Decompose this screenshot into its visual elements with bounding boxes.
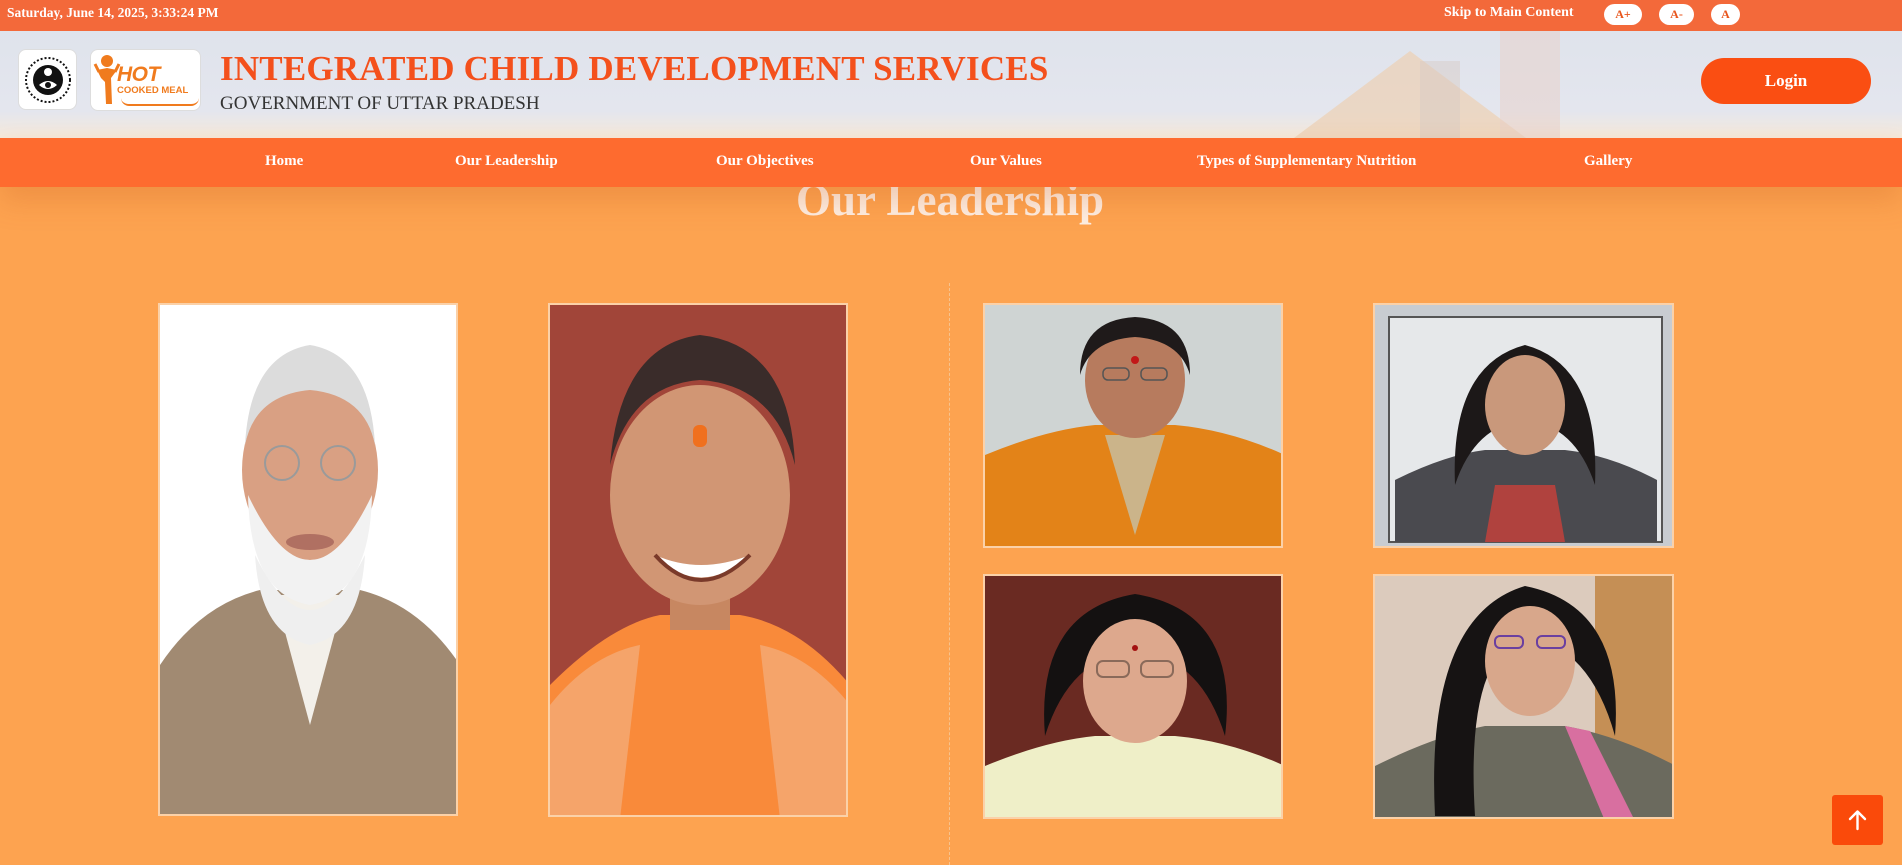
leadership-divider — [949, 283, 950, 865]
nav-item-our-leadership[interactable]: Our Leadership — [455, 153, 558, 170]
skip-to-main-content-link[interactable]: Skip to Main Content — [1444, 5, 1574, 21]
back-to-top-button[interactable] — [1832, 795, 1883, 845]
leader-portrait-image — [1375, 576, 1672, 817]
header-background-decoration — [1420, 61, 1460, 138]
leader-portrait-image — [985, 576, 1281, 817]
top-bar: Saturday, June 14, 2025, 3:33:24 PM Skip… — [0, 0, 1902, 31]
font-reset-button[interactable]: A — [1711, 4, 1740, 25]
leader-portrait-image — [1375, 305, 1672, 546]
nav-item-our-objectives[interactable]: Our Objectives — [716, 153, 814, 170]
arrow-up-icon — [1848, 810, 1867, 831]
icds-logo[interactable] — [18, 49, 77, 110]
leader-portrait-image — [160, 305, 456, 814]
nav-item-home[interactable]: Home — [265, 153, 303, 170]
current-datetime: Saturday, June 14, 2025, 3:33:24 PM — [7, 5, 219, 20]
header-background-decoration — [1500, 31, 1560, 138]
site-title: INTEGRATED CHILD DEVELOPMENT SERVICES — [220, 49, 1049, 88]
leader-photo-1 — [158, 303, 458, 816]
leader-photo-3 — [983, 303, 1283, 548]
icds-emblem-icon — [25, 57, 71, 103]
main-navigation: Home Our Leadership Our Objectives Our V… — [0, 138, 1902, 187]
header-background-decoration — [1290, 51, 1530, 138]
font-increase-button[interactable]: A+ — [1604, 4, 1642, 25]
leader-portrait-image — [550, 305, 846, 815]
hot-cooked-meal-wordmark: HOT COOKED MEAL — [117, 63, 189, 96]
leader-photo-5 — [983, 574, 1283, 819]
site-subtitle: GOVERNMENT OF UTTAR PRADESH — [220, 93, 540, 114]
leader-photo-6 — [1373, 574, 1674, 819]
font-decrease-button[interactable]: A- — [1659, 4, 1694, 25]
leader-photo-2 — [548, 303, 848, 817]
nav-item-our-values[interactable]: Our Values — [970, 153, 1042, 170]
hot-cooked-meal-logo[interactable]: HOT COOKED MEAL — [90, 49, 201, 111]
leader-photo-4 — [1373, 303, 1674, 548]
leader-portrait-image — [985, 305, 1281, 546]
logo-swoosh — [121, 98, 199, 106]
nav-item-supplementary-nutrition[interactable]: Types of Supplementary Nutrition — [1197, 153, 1416, 170]
site-header: HOT COOKED MEAL INTEGRATED CHILD DEVELOP… — [0, 31, 1902, 138]
nav-item-gallery[interactable]: Gallery — [1584, 153, 1632, 170]
login-button[interactable]: Login — [1701, 58, 1871, 104]
